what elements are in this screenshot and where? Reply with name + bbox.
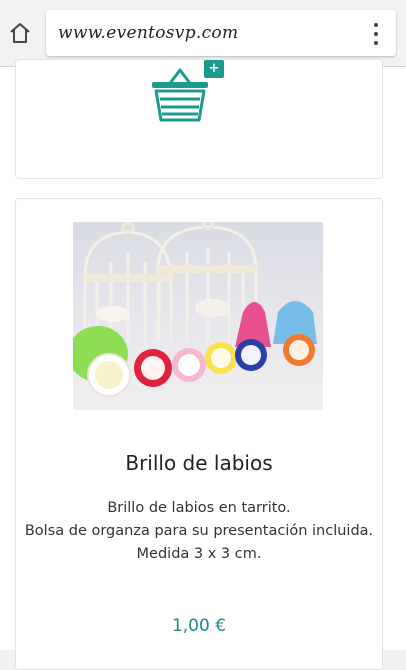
overflow-menu-icon[interactable] [370,23,382,45]
add-to-cart-card: + [15,59,383,179]
description-line: Bolsa de organza para su presentación in… [24,523,374,539]
product-price: 1,00 € [171,616,227,636]
home-icon[interactable] [8,21,32,45]
product-title: Brillo de labios [125,451,273,475]
description-line: Brillo de labios en tarrito. [107,500,291,516]
product-card: Brillo de labios Brillo de labios en tar… [15,198,383,670]
product-image[interactable] [73,222,323,410]
address-bar[interactable]: www.eventosvp.com [46,10,396,56]
page-content: + Brillo de labios Brillo de labios en t… [0,59,406,670]
browser-toolbar: www.eventosvp.com [0,0,406,67]
product-description: Brillo de labios en tarrito. Bolsa de or… [16,497,382,566]
shopping-basket-icon[interactable] [149,66,211,124]
url-text: www.eventosvp.com [58,23,239,43]
description-line: Medida 3 x 3 cm. [136,546,262,562]
add-badge[interactable]: + [204,60,224,78]
